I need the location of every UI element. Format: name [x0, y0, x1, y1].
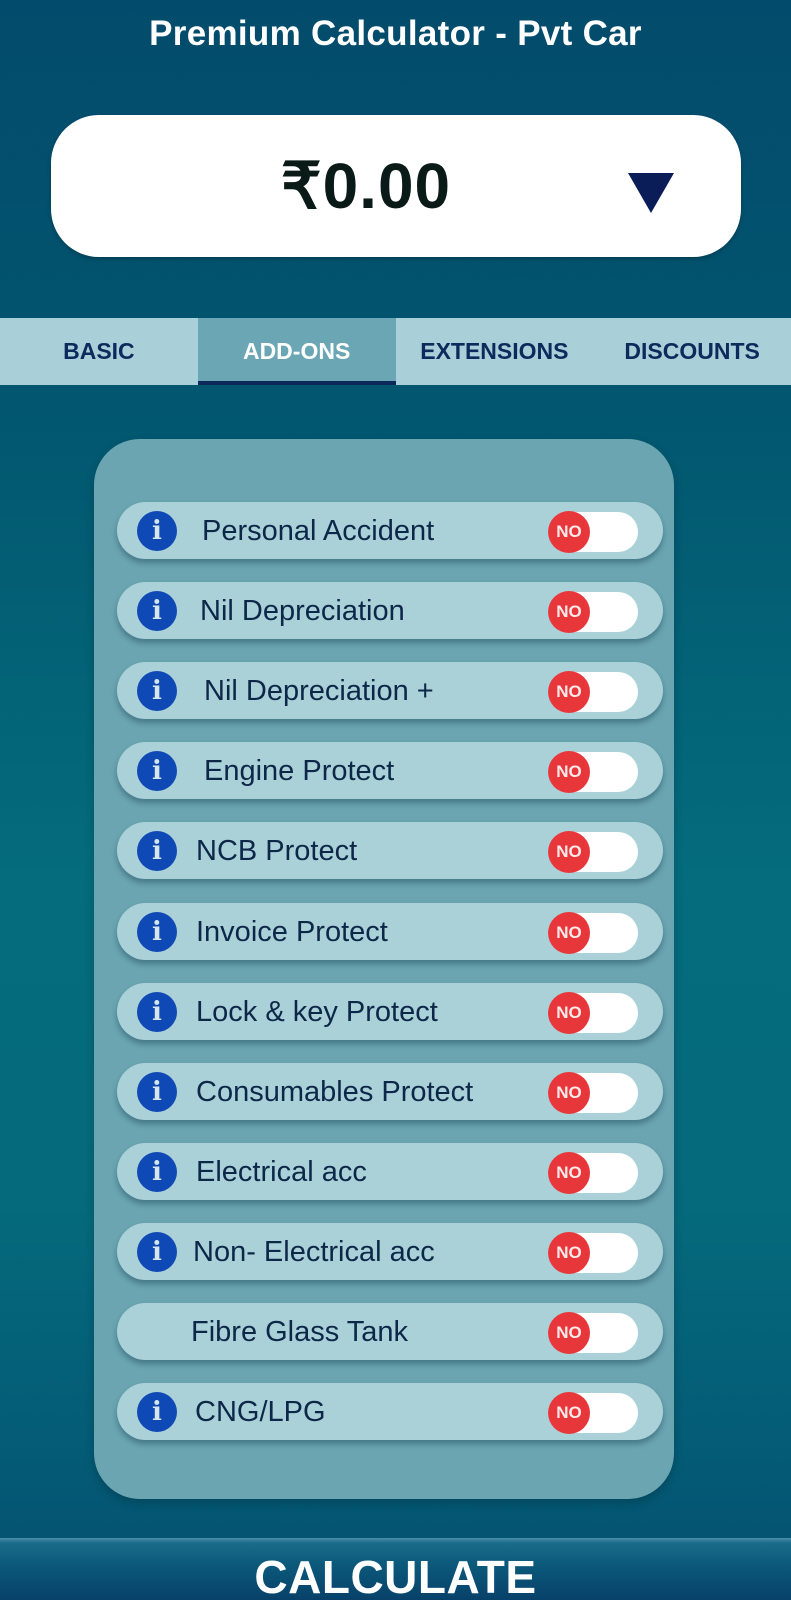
tab-extensions[interactable]: EXTENSIONS: [396, 318, 594, 385]
info-icon[interactable]: i: [137, 1152, 177, 1192]
addon-row: i Lock & key Protect NO: [117, 983, 663, 1040]
addon-label: Non- Electrical acc: [193, 1236, 435, 1268]
addon-label: Nil Depreciation: [200, 595, 405, 627]
addon-row: i NCB Protect NO: [117, 822, 663, 879]
tab-bar: BASIC ADD-ONS EXTENSIONS DISCOUNTS: [0, 318, 791, 385]
addon-row: i Nil Depreciation + NO: [117, 662, 663, 719]
toggle-knob: NO: [548, 1392, 590, 1434]
addon-row: i CNG/LPG NO: [117, 1383, 663, 1440]
addon-row: i Engine Protect NO: [117, 742, 663, 799]
toggle-knob: NO: [548, 992, 590, 1034]
info-icon[interactable]: i: [137, 1072, 177, 1112]
info-icon[interactable]: i: [137, 831, 177, 871]
addon-row: i Invoice Protect NO: [117, 903, 663, 960]
addon-toggle[interactable]: NO: [548, 511, 638, 553]
premium-amount-dropdown[interactable]: ₹0.00: [51, 115, 741, 257]
addon-toggle[interactable]: NO: [548, 1232, 638, 1274]
addon-label: Consumables Protect: [196, 1076, 474, 1108]
addon-toggle[interactable]: NO: [548, 1392, 638, 1434]
toggle-knob: NO: [548, 1072, 590, 1114]
addons-panel: i Personal Accident NO i Nil Depreciation NO i…: [94, 439, 674, 1499]
addon-toggle[interactable]: NO: [548, 1072, 638, 1114]
addon-label: Lock & key Protect: [196, 996, 438, 1028]
addon-toggle[interactable]: NO: [548, 671, 638, 713]
addon-row: i Non- Electrical acc NO: [117, 1223, 663, 1280]
addon-row: i Consumables Protect NO: [117, 1063, 663, 1120]
addon-toggle[interactable]: NO: [548, 992, 638, 1034]
premium-amount-value: ₹0.00: [280, 149, 452, 222]
calculate-label: CALCULATE: [254, 1551, 537, 1600]
tab-discounts[interactable]: DISCOUNTS: [593, 318, 791, 385]
addon-toggle[interactable]: NO: [548, 1312, 638, 1354]
calculate-button[interactable]: CALCULATE: [0, 1538, 791, 1600]
addon-label: Electrical acc: [196, 1156, 367, 1188]
info-icon[interactable]: i: [137, 511, 177, 551]
tab-add-ons[interactable]: ADD-ONS: [197, 318, 396, 385]
toggle-knob: NO: [548, 831, 590, 873]
toggle-knob: NO: [548, 511, 590, 553]
addon-row: i Personal Accident NO: [117, 502, 663, 559]
info-icon[interactable]: i: [137, 671, 177, 711]
addon-row: i Electrical acc NO: [117, 1143, 663, 1200]
toggle-knob: NO: [548, 671, 590, 713]
info-icon[interactable]: i: [137, 1232, 177, 1272]
addon-label: Fibre Glass Tank: [191, 1316, 409, 1348]
addon-label: CNG/LPG: [195, 1396, 326, 1428]
tab-basic[interactable]: BASIC: [0, 318, 198, 385]
info-icon[interactable]: i: [137, 992, 177, 1032]
addon-label: NCB Protect: [196, 835, 358, 867]
toggle-knob: NO: [548, 912, 590, 954]
toggle-knob: NO: [548, 1232, 590, 1274]
info-icon[interactable]: i: [137, 912, 177, 952]
toggle-knob: NO: [548, 591, 590, 633]
addon-label: Nil Depreciation +: [204, 675, 434, 707]
toggle-knob: NO: [548, 1152, 590, 1194]
addon-label: Engine Protect: [204, 755, 395, 787]
info-icon[interactable]: i: [137, 751, 177, 791]
toggle-knob: NO: [548, 751, 590, 793]
addon-toggle[interactable]: NO: [548, 751, 638, 793]
addon-toggle[interactable]: NO: [548, 591, 638, 633]
addon-toggle[interactable]: NO: [548, 1152, 638, 1194]
toggle-knob: NO: [548, 1312, 590, 1354]
addon-toggle[interactable]: NO: [548, 912, 638, 954]
addon-row: i Nil Depreciation NO: [117, 582, 663, 639]
addon-toggle[interactable]: NO: [548, 831, 638, 873]
info-icon[interactable]: i: [137, 591, 177, 631]
addon-label: Invoice Protect: [196, 916, 388, 948]
triangle-down-icon[interactable]: [628, 173, 674, 213]
page-title: Premium Calculator - Pvt Car: [149, 14, 642, 53]
info-icon[interactable]: i: [137, 1392, 177, 1432]
addon-row: Fibre Glass Tank NO: [117, 1303, 663, 1360]
addon-label: Personal Accident: [202, 515, 435, 547]
